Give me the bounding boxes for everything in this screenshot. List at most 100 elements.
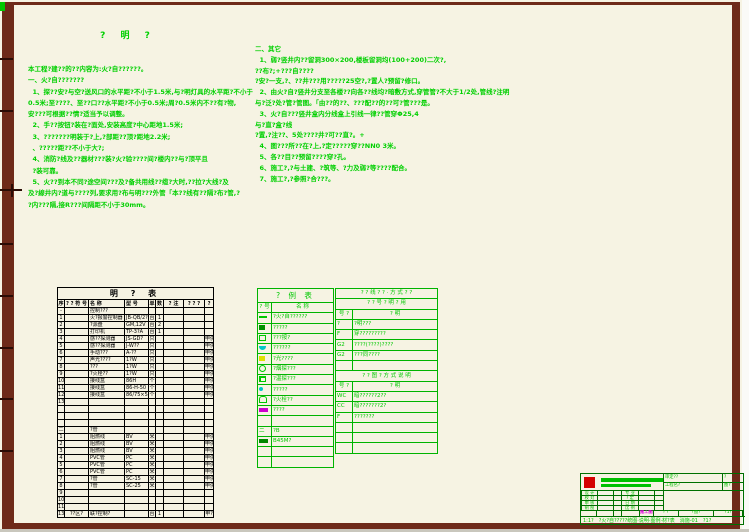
cell: 1 bbox=[156, 315, 164, 322]
cell bbox=[65, 462, 89, 469]
cell bbox=[156, 469, 164, 476]
cell bbox=[164, 308, 184, 315]
cell bbox=[65, 420, 89, 427]
cell: 号 ? bbox=[336, 309, 353, 319]
cell bbox=[184, 427, 205, 434]
cell: 只 bbox=[149, 357, 156, 364]
cell bbox=[58, 420, 65, 427]
cell: 11 bbox=[58, 504, 65, 511]
cell bbox=[184, 490, 205, 497]
cell bbox=[65, 469, 89, 476]
cell: SC-25 bbox=[125, 483, 149, 490]
cell: 型 号 bbox=[125, 300, 149, 308]
cell: JS-GD? bbox=[125, 336, 149, 343]
cell: 数 bbox=[156, 300, 164, 308]
cell bbox=[65, 476, 89, 483]
cell: 二 bbox=[58, 427, 65, 434]
cell bbox=[184, 497, 205, 504]
cell bbox=[184, 392, 205, 399]
cell: ? ? 图 ? 方 式 说 明 bbox=[336, 371, 438, 381]
cell: 名 称 bbox=[89, 300, 125, 308]
cell bbox=[184, 413, 205, 420]
sheet-number: 消施-01 bbox=[680, 517, 698, 525]
cell bbox=[65, 350, 89, 357]
cell: PVC管 bbox=[89, 455, 125, 462]
cell: 甲供 bbox=[205, 343, 214, 350]
cell bbox=[336, 361, 353, 371]
cell bbox=[156, 455, 164, 462]
cell bbox=[164, 511, 184, 518]
cell: 米 bbox=[149, 476, 156, 483]
note-line: 一、火?自??????? bbox=[28, 75, 252, 86]
cell bbox=[336, 422, 353, 432]
cell bbox=[65, 336, 89, 343]
cell bbox=[184, 371, 205, 378]
cell: 1?W bbox=[125, 364, 149, 371]
cell: 手动??? bbox=[89, 350, 125, 357]
cell: 5 bbox=[58, 343, 65, 350]
cell: 米 bbox=[149, 455, 156, 462]
cell: TP-3?A bbox=[125, 329, 149, 336]
cell: ? 号 bbox=[258, 303, 272, 313]
cell: ???? bbox=[272, 405, 334, 415]
cell: ????? bbox=[272, 385, 334, 395]
cell: BV bbox=[125, 441, 149, 448]
cell bbox=[65, 483, 89, 490]
cell: ??? bbox=[89, 364, 125, 371]
cell: ???同???? bbox=[353, 350, 438, 360]
cell bbox=[258, 416, 272, 426]
cell bbox=[125, 427, 149, 434]
equipment-table: 明 ? 表序? ? 符 号名 称型 号单数? 注? ? ??-控制???1火?报… bbox=[57, 287, 214, 518]
cell bbox=[164, 315, 184, 322]
cell bbox=[184, 455, 205, 462]
frame-tick bbox=[0, 243, 13, 245]
cell bbox=[89, 413, 125, 420]
cell: 甲供 bbox=[205, 392, 214, 399]
cell: 甲供 bbox=[205, 371, 214, 378]
cell: 只 bbox=[149, 371, 156, 378]
cell: BV bbox=[125, 448, 149, 455]
cell bbox=[184, 448, 205, 455]
cell: 二 bbox=[258, 426, 272, 436]
cell: ? 明 bbox=[353, 381, 438, 391]
cell bbox=[156, 476, 164, 483]
cell: WC bbox=[336, 391, 353, 401]
cell bbox=[184, 364, 205, 371]
cell bbox=[125, 420, 149, 427]
cell: 甲供 bbox=[205, 469, 214, 476]
cell: ? bbox=[205, 300, 214, 308]
cell bbox=[184, 399, 205, 406]
cell bbox=[65, 378, 89, 385]
cell: 台 bbox=[149, 329, 156, 336]
cell bbox=[184, 322, 205, 329]
cell bbox=[65, 434, 89, 441]
title-block-bottom-row: 1:1? ?火?自?????统图·说明·图例·材?表 消施-01 ?1? bbox=[581, 516, 745, 525]
cell bbox=[156, 504, 164, 511]
cell: 明 ? 表 bbox=[58, 288, 214, 300]
cell: 13 bbox=[58, 511, 65, 518]
note-line: 2、由火?自?竖井分支至各楼??向各??线均?暗敷方式,穿管管?不大于1/2处,… bbox=[255, 87, 515, 98]
cell: 阻燃线 bbox=[89, 434, 125, 441]
cell bbox=[184, 357, 205, 364]
frame-tick bbox=[0, 110, 13, 112]
cell bbox=[164, 483, 184, 490]
cell: 1?W bbox=[125, 371, 149, 378]
cell: 火?报警控制器 bbox=[89, 315, 125, 322]
cell: 米 bbox=[149, 469, 156, 476]
cell: J-W?? bbox=[125, 343, 149, 350]
cell bbox=[156, 483, 164, 490]
cell: 甲供 bbox=[205, 385, 214, 392]
cell bbox=[205, 315, 214, 322]
cell bbox=[156, 497, 164, 504]
frame-tick bbox=[0, 347, 13, 349]
cell bbox=[184, 434, 205, 441]
cell: 2 bbox=[156, 322, 164, 329]
cell: ?火?自?????? bbox=[272, 313, 334, 323]
cell: 1 bbox=[58, 315, 65, 322]
cell bbox=[353, 443, 438, 453]
cell bbox=[65, 399, 89, 406]
cell bbox=[184, 329, 205, 336]
cell: PC bbox=[125, 469, 149, 476]
cell bbox=[125, 497, 149, 504]
cell: ?烟探??? bbox=[272, 364, 334, 374]
